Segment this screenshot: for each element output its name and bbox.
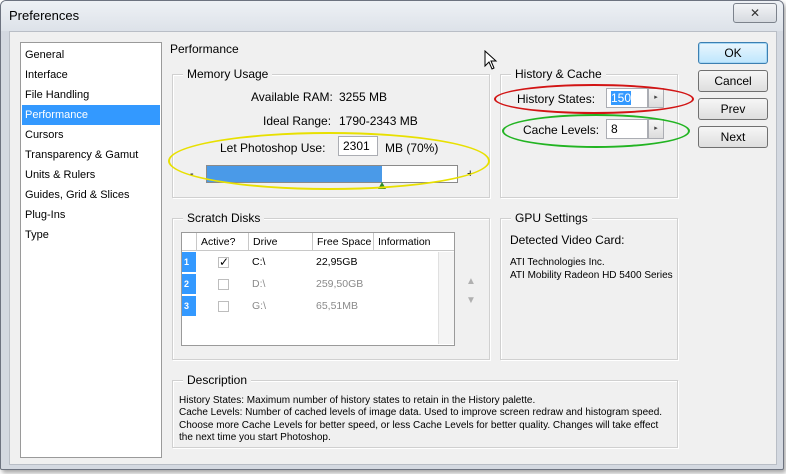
sidebar-item-file-handling[interactable]: File Handling	[22, 85, 160, 105]
table-header-information[interactable]: Information	[374, 233, 454, 251]
ok-button[interactable]: OK	[698, 42, 768, 64]
sidebar-item-units-rulers[interactable]: Units & Rulers	[22, 165, 160, 185]
available-ram-label: Available RAM:	[251, 90, 333, 104]
scratch-disks-group: Scratch Disks Active? Drive Free Space I…	[172, 211, 490, 360]
close-button[interactable]: ✕	[733, 3, 777, 23]
gpu-settings-title: GPU Settings	[511, 211, 592, 225]
sidebar-item-type[interactable]: Type	[22, 225, 160, 245]
drive-cell: C:\	[252, 256, 266, 268]
description-line: the next time you start Photoshop.	[179, 432, 331, 444]
table-row-number: 1	[182, 252, 196, 272]
description-text: History States: Maximum number of histor…	[179, 395, 673, 445]
table-scrollbar[interactable]	[438, 252, 454, 344]
next-button[interactable]: Next	[698, 126, 768, 148]
table-header-drive[interactable]: Drive	[249, 233, 313, 251]
table-header-active[interactable]: Active?	[197, 233, 249, 251]
description-title: Description	[183, 373, 252, 387]
table-row-number: 2	[182, 274, 196, 294]
free-space-cell: 22,95GB	[316, 256, 358, 268]
green-highlight-ellipse	[502, 114, 690, 148]
page-title: Performance	[170, 42, 239, 56]
gpu-settings-group: GPU Settings Detected Video Card: ATI Te…	[500, 211, 678, 360]
available-ram-value: 3255 MB	[339, 90, 388, 104]
sidebar-item-performance[interactable]: Performance	[22, 105, 160, 125]
drive-cell: D:\	[252, 278, 266, 290]
history-cache-title: History & Cache	[511, 67, 606, 81]
free-space-cell: 65,51MB	[316, 300, 359, 312]
sidebar-item-transparency-gamut[interactable]: Transparency & Gamut	[22, 145, 160, 165]
description-line: Choose more Cache Levels for better spee…	[179, 419, 659, 431]
description-line: Cache Levels: Number of cached levels of…	[179, 407, 663, 419]
mouse-cursor-icon	[484, 50, 498, 70]
active-checkbox-c[interactable]: ✓	[218, 256, 229, 268]
scratch-disks-title: Scratch Disks	[183, 211, 265, 225]
free-space-cell: 259,50GB	[316, 278, 364, 290]
red-highlight-ellipse	[494, 84, 694, 114]
active-checkbox-g[interactable]	[218, 301, 229, 312]
sidebar-item-plug-ins[interactable]: Plug-Ins	[22, 205, 160, 225]
gpu-model: ATI Mobility Radeon HD 5400 Series	[510, 270, 673, 281]
table-header-index	[182, 233, 197, 251]
dialog-body: General Interface File Handling Performa…	[9, 31, 777, 465]
window-title: Preferences	[9, 8, 80, 23]
sidebar-item-guides-grid-slices[interactable]: Guides, Grid & Slices	[22, 185, 160, 205]
preferences-window: Preferences ✕ General Interface File Han…	[0, 0, 784, 470]
sidebar-item-general[interactable]: General	[22, 45, 160, 65]
move-up-icon[interactable]: ▲	[466, 276, 476, 287]
preferences-sidebar: General Interface File Handling Performa…	[20, 42, 162, 458]
prev-button[interactable]: Prev	[698, 98, 768, 120]
detected-video-card-label: Detected Video Card:	[510, 233, 625, 247]
yellow-highlight-ellipse	[168, 132, 490, 190]
drive-cell: G:\	[252, 300, 267, 312]
description-group: Description History States: Maximum numb…	[172, 373, 678, 448]
ideal-range-value: 1790-2343 MB	[339, 114, 418, 128]
close-icon[interactable]: ✕	[750, 6, 760, 20]
sidebar-item-cursors[interactable]: Cursors	[22, 125, 160, 145]
cancel-button[interactable]: Cancel	[698, 70, 768, 92]
active-checkbox-d[interactable]	[218, 279, 229, 290]
move-down-icon[interactable]: ▼	[466, 295, 476, 306]
scratch-disks-table[interactable]: Active? Drive Free Space Information 1 ✓…	[181, 232, 455, 346]
sidebar-item-interface[interactable]: Interface	[22, 65, 160, 85]
gpu-vendor: ATI Technologies Inc.	[510, 257, 605, 268]
table-header-free-space[interactable]: Free Space	[313, 233, 374, 251]
table-row-number: 3	[182, 296, 196, 316]
memory-usage-title: Memory Usage	[183, 67, 273, 81]
description-line: History States: Maximum number of histor…	[179, 395, 536, 406]
ideal-range-label: Ideal Range:	[263, 114, 332, 128]
title-bar[interactable]: Preferences ✕	[1, 1, 783, 31]
